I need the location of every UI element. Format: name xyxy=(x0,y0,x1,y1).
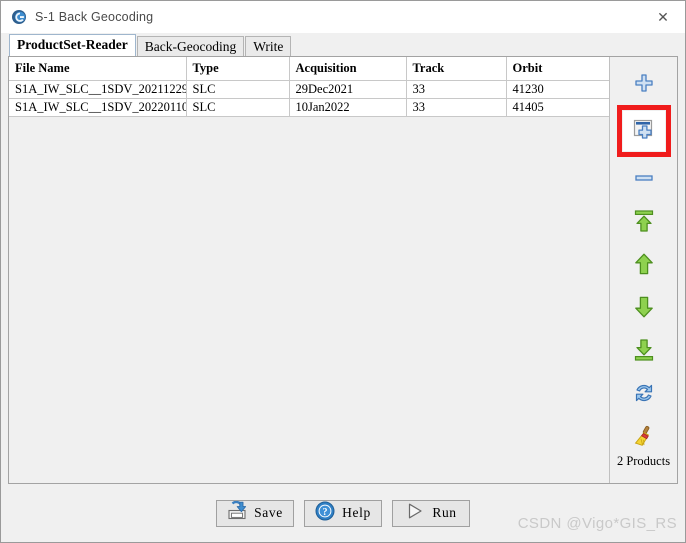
column-header-file-name[interactable]: File Name xyxy=(9,57,187,81)
snap-app-icon xyxy=(11,9,27,25)
run-button[interactable]: Run xyxy=(392,499,470,527)
arrow-up-icon xyxy=(632,252,656,281)
column-header-acquisition[interactable]: Acquisition xyxy=(289,57,407,81)
cell-orbit: 41230 xyxy=(506,80,610,99)
refresh-icon xyxy=(632,381,656,410)
move-to-top-button[interactable] xyxy=(624,203,664,243)
broom-icon xyxy=(631,423,657,454)
tab-strip: ProductSet-Reader Back-Geocoding Write xyxy=(1,33,685,57)
question-circle-icon: ? xyxy=(315,501,335,526)
refresh-button[interactable] xyxy=(624,375,664,415)
svg-text:?: ? xyxy=(323,507,328,518)
remove-product-button[interactable] xyxy=(624,160,664,200)
table-row[interactable]: S1A_IW_SLC__1SDV_20211229... SLC 29Dec20… xyxy=(9,80,610,99)
add-window-plus-icon xyxy=(631,117,657,146)
cell-orbit: 41405 xyxy=(506,98,610,117)
cell-file-name: S1A_IW_SLC__1SDV_20211229... xyxy=(9,80,187,99)
table-header-row: File Name Type Acquisition Track Orbit xyxy=(9,57,610,81)
window-title: S-1 Back Geocoding xyxy=(35,10,154,24)
cell-track: 33 xyxy=(406,80,507,99)
dialog-button-row: Save ? Help Run xyxy=(1,484,685,542)
table-row[interactable]: S1A_IW_SLC__1SDV_20220110... SLC 10Jan20… xyxy=(9,98,610,117)
plus-icon xyxy=(633,72,655,99)
title-bar: S-1 Back Geocoding ✕ xyxy=(1,1,685,33)
help-button[interactable]: ? Help xyxy=(304,499,382,527)
tab-label: Back-Geocoding xyxy=(144,39,237,54)
save-button-label: Save xyxy=(254,505,283,520)
arrow-down-icon xyxy=(632,295,656,324)
arrow-down-to-line-icon xyxy=(632,338,656,367)
cell-type: SLC xyxy=(186,80,290,99)
minus-icon xyxy=(633,167,655,194)
tab-label: Write xyxy=(253,39,284,54)
window-controls: ✕ xyxy=(641,1,685,33)
column-header-type[interactable]: Type xyxy=(186,57,290,81)
column-header-orbit[interactable]: Orbit xyxy=(506,57,610,81)
add-product-button[interactable] xyxy=(624,65,664,105)
close-icon: ✕ xyxy=(657,9,669,25)
cell-file-name: S1A_IW_SLC__1SDV_20220110... xyxy=(9,98,187,117)
add-all-opened-products-button[interactable] xyxy=(616,105,671,157)
cell-track: 33 xyxy=(406,98,507,117)
column-header-track[interactable]: Track xyxy=(406,57,507,81)
tab-label: ProductSet-Reader xyxy=(17,37,128,52)
play-triangle-icon xyxy=(405,502,425,525)
tab-back-geocoding[interactable]: Back-Geocoding xyxy=(136,36,245,57)
help-button-label: Help xyxy=(342,505,371,520)
product-table-area: File Name Type Acquisition Track Orbit S… xyxy=(9,57,610,483)
cell-type: SLC xyxy=(186,98,290,117)
product-list-toolbar: 2 Products xyxy=(609,57,677,483)
arrow-up-to-line-icon xyxy=(632,209,656,238)
products-count-label: 2 Products xyxy=(616,454,671,468)
table-empty-space[interactable] xyxy=(9,117,609,483)
run-button-label: Run xyxy=(432,505,457,520)
move-to-bottom-button[interactable] xyxy=(624,332,664,372)
dialog-window: S-1 Back Geocoding ✕ ProductSet-Reader B… xyxy=(0,0,686,543)
move-up-button[interactable] xyxy=(624,246,664,286)
tab-write[interactable]: Write xyxy=(245,36,292,57)
save-button[interactable]: Save xyxy=(216,499,294,527)
close-button[interactable]: ✕ xyxy=(641,1,685,33)
productset-reader-panel: File Name Type Acquisition Track Orbit S… xyxy=(8,56,678,484)
cell-acquisition: 29Dec2021 xyxy=(289,80,407,99)
move-down-button[interactable] xyxy=(624,289,664,329)
tab-productset-reader[interactable]: ProductSet-Reader xyxy=(9,34,136,56)
product-table[interactable]: File Name Type Acquisition Track Orbit S… xyxy=(9,57,610,117)
clear-button[interactable] xyxy=(624,418,664,458)
save-disk-icon xyxy=(227,500,247,525)
cell-acquisition: 10Jan2022 xyxy=(289,98,407,117)
